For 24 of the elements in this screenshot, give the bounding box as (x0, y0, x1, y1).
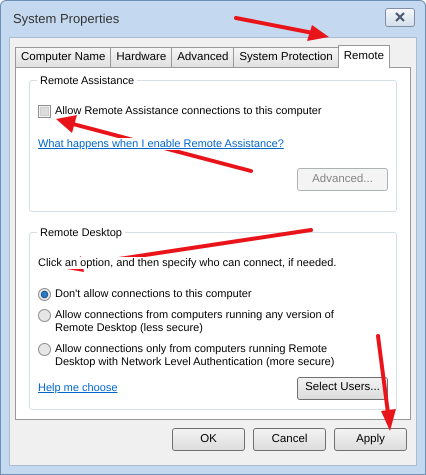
tab[interactable]: Advanced (171, 47, 234, 67)
dialog-button[interactable]: Apply (334, 428, 407, 451)
group-title: Remote Desktop (37, 225, 125, 242)
radio-option[interactable]: Allow connections only from computers running Remote Desktop with Network Level Authentication (more secure) (38, 342, 388, 368)
dialog-button[interactable]: OK (172, 428, 245, 451)
select-users-button[interactable]: Select Users... (297, 376, 388, 400)
radio-option[interactable]: Don't allow connections to this computer (38, 288, 388, 300)
tab[interactable]: Remote (338, 45, 390, 68)
checkbox-option[interactable]: Allow Remote Assistance connections to this computer (38, 103, 388, 120)
radio-button[interactable] (38, 288, 51, 300)
tab[interactable]: Hardware (110, 47, 172, 67)
help-link[interactable]: What happens when I enable Remote Assistance? (38, 138, 284, 150)
radio-button[interactable] (38, 308, 51, 322)
tab[interactable]: Computer Name (15, 47, 112, 67)
checkbox[interactable] (38, 104, 51, 118)
radio-button[interactable] (38, 342, 51, 356)
radio-option[interactable]: Allow connections from computers running any version of Remote Desktop (less secure) (38, 308, 388, 334)
window-title: System Properties (13, 10, 120, 28)
dialog-button[interactable]: Cancel (253, 428, 326, 451)
instruction-text: Click an option, and then specify who can connect, if needed. (38, 257, 336, 269)
close-button[interactable] (385, 8, 415, 26)
close-icon (394, 12, 406, 22)
help-link[interactable]: Help me choose (38, 380, 118, 396)
tab[interactable]: System Protection (233, 47, 339, 67)
